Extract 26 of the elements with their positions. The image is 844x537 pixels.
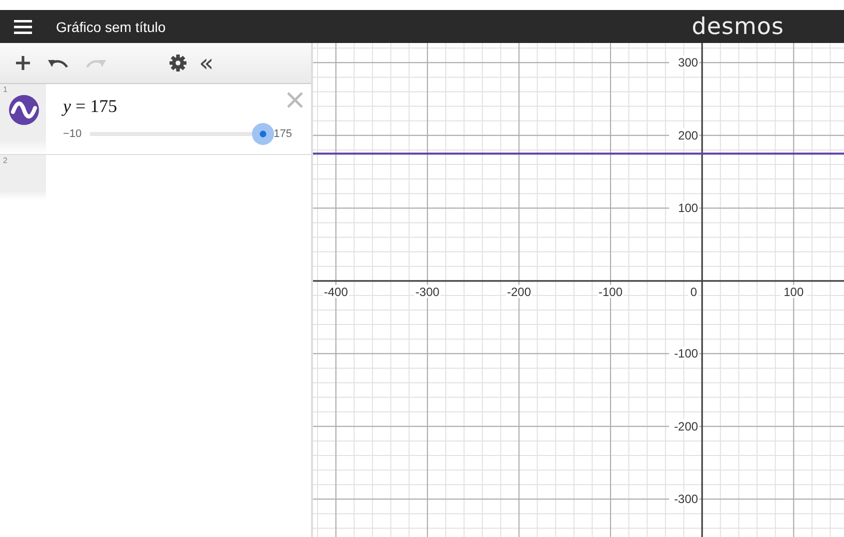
y-tick-label: -300 xyxy=(674,492,698,506)
slider-min[interactable]: −10 xyxy=(63,128,82,140)
collapse-button[interactable]: « xyxy=(199,51,214,75)
wave-icon[interactable] xyxy=(9,95,39,125)
expression-input[interactable]: y = 175 xyxy=(63,96,118,116)
origin-label: 0 xyxy=(690,284,698,299)
y-tick-label: 300 xyxy=(678,56,698,70)
x-tick-label: -200 xyxy=(506,284,531,299)
logo: desmos xyxy=(692,14,784,40)
slider-thumb[interactable] xyxy=(252,123,274,145)
x-tick-label: -400 xyxy=(324,284,348,299)
row-number: 2 xyxy=(3,156,8,165)
add-icon[interactable] xyxy=(15,55,31,71)
y-tick-label: -100 xyxy=(674,346,698,361)
x-tick-label: 100 xyxy=(784,284,804,299)
slider-max[interactable]: 175 xyxy=(274,128,292,140)
menu-icon[interactable] xyxy=(14,20,32,34)
settings-icon[interactable] xyxy=(169,54,187,72)
x-tick-label: -300 xyxy=(415,284,440,299)
undo-icon[interactable] xyxy=(47,57,69,69)
y-tick-label: 200 xyxy=(678,128,698,142)
row-number: 1 xyxy=(3,85,8,94)
y-tick-label: -200 xyxy=(674,419,698,434)
x-tick-label: -100 xyxy=(598,284,623,299)
graph-title[interactable]: Gráfico sem título xyxy=(56,18,166,34)
y-tick-label: 100 xyxy=(678,201,698,216)
